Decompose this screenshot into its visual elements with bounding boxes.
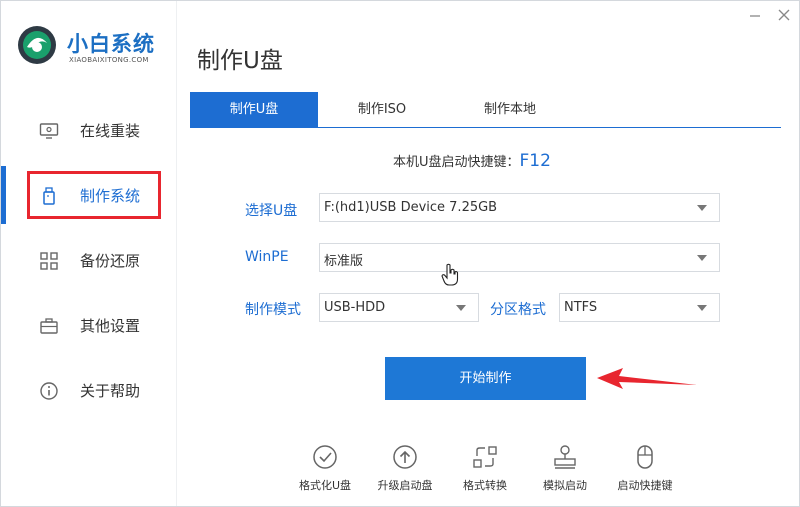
partition-select[interactable]: NTFS bbox=[559, 293, 720, 322]
boot-shortcut-info: 本机U盘启动快捷键：F12 bbox=[393, 151, 551, 171]
boot-shortcut-tool[interactable]: 启动快捷键 bbox=[605, 441, 685, 496]
sidebar-item-about-help[interactable]: 关于帮助 bbox=[1, 367, 176, 415]
brand-name: 小白系统 bbox=[67, 32, 155, 56]
sidebar-item-label: 其他设置 bbox=[80, 317, 141, 335]
shortcut-key: F12 bbox=[519, 151, 551, 171]
winpe-select[interactable]: 标准版 bbox=[319, 243, 720, 272]
convert-icon bbox=[473, 446, 497, 468]
mode-select-label: 制作模式 bbox=[245, 302, 301, 318]
red-arrow-annotation bbox=[597, 368, 697, 389]
tool-label: 升级启动盘 bbox=[377, 479, 433, 492]
sidebar-item-label: 关于帮助 bbox=[80, 382, 141, 400]
shortcut-label: 本机U盘启动快捷键： bbox=[393, 155, 520, 170]
tab-make-local[interactable]: 制作本地 bbox=[446, 92, 574, 127]
check-circle-icon bbox=[313, 445, 337, 469]
format-convert-tool[interactable]: 格式转换 bbox=[445, 441, 525, 496]
tool-label: 启动快捷键 bbox=[617, 479, 673, 492]
stamp-icon bbox=[554, 445, 576, 469]
brand-subtitle: XIAOBAIXITONG.COM bbox=[69, 56, 149, 64]
app-window: 小白系统 XIAOBAIXITONG.COM 在线重装 制作系统 备份还原 其他… bbox=[0, 0, 800, 507]
close-icon[interactable] bbox=[776, 7, 792, 23]
winpe-select-label: WinPE bbox=[245, 249, 289, 265]
partition-select-label: 分区格式 bbox=[490, 302, 546, 318]
tool-label: 格式转换 bbox=[463, 479, 507, 492]
mouse-icon bbox=[637, 445, 653, 469]
monitor-icon bbox=[39, 123, 59, 139]
start-make-button[interactable]: 开始制作 bbox=[385, 357, 586, 400]
chevron-down-icon bbox=[697, 255, 707, 261]
page-title: 制作U盘 bbox=[197, 48, 283, 74]
winpe-select-value: 标准版 bbox=[324, 254, 364, 269]
tab-make-iso[interactable]: 制作ISO bbox=[318, 92, 446, 127]
format-usb-tool[interactable]: 格式化U盘 bbox=[285, 441, 365, 496]
info-icon bbox=[40, 382, 58, 400]
usb-select[interactable]: F:(hd1)USB Device 7.25GB bbox=[319, 193, 720, 222]
upload-circle-icon bbox=[393, 445, 417, 469]
mode-select[interactable]: USB-HDD bbox=[319, 293, 479, 322]
simulate-boot-tool[interactable]: 模拟启动 bbox=[525, 441, 605, 496]
hand-cursor-icon bbox=[441, 263, 459, 286]
minimize-icon[interactable] bbox=[747, 7, 763, 23]
usb-select-label: 选择U盘 bbox=[245, 203, 298, 219]
partition-select-value: NTFS bbox=[564, 300, 598, 315]
grid-icon bbox=[40, 252, 58, 270]
tab-make-usb[interactable]: 制作U盘 bbox=[190, 92, 318, 127]
mode-select-value: USB-HDD bbox=[324, 300, 386, 315]
chevron-down-icon bbox=[456, 305, 466, 311]
tool-label: 格式化U盘 bbox=[298, 479, 352, 492]
sidebar: 小白系统 XIAOBAIXITONG.COM 在线重装 制作系统 备份还原 其他… bbox=[1, 1, 177, 506]
brand-logo: 小白系统 XIAOBAIXITONG.COM bbox=[17, 25, 167, 69]
tool-label: 模拟启动 bbox=[543, 479, 587, 492]
chevron-down-icon bbox=[697, 205, 707, 211]
usb-select-value: F:(hd1)USB Device 7.25GB bbox=[324, 200, 498, 215]
sidebar-item-label: 在线重装 bbox=[80, 122, 141, 140]
chevron-down-icon bbox=[697, 305, 707, 311]
logo-icon bbox=[18, 26, 56, 64]
sidebar-item-backup-restore[interactable]: 备份还原 bbox=[1, 237, 176, 285]
tab-bar: 制作U盘 制作ISO 制作本地 bbox=[190, 92, 781, 128]
sidebar-item-online-reinstall[interactable]: 在线重装 bbox=[1, 107, 176, 155]
upgrade-boot-disk-tool[interactable]: 升级启动盘 bbox=[365, 441, 445, 496]
sidebar-item-other-settings[interactable]: 其他设置 bbox=[1, 302, 176, 350]
red-highlight-box bbox=[27, 171, 161, 219]
briefcase-icon bbox=[40, 318, 58, 334]
sidebar-item-label: 备份还原 bbox=[80, 252, 141, 270]
